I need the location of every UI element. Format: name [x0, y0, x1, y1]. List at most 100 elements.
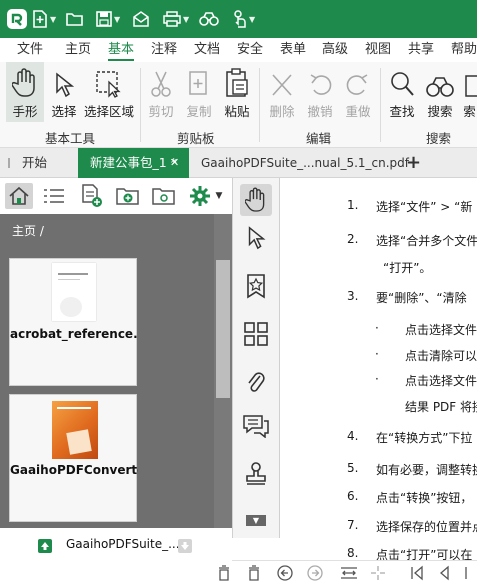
hand-icon[interactable] [240, 184, 272, 216]
delete-button[interactable]: 删除 [266, 62, 298, 122]
menu-tab-security[interactable]: 安全 [237, 38, 263, 62]
file-thumbnail[interactable]: GaaihoPDFConverter... [9, 394, 138, 522]
undo-button[interactable]: 撤销 [304, 62, 336, 122]
tab-grip [8, 158, 10, 168]
search-button[interactable]: 搜索 [424, 62, 456, 122]
undo-label: 撤销 [307, 104, 333, 119]
hand-icon [12, 62, 38, 98]
previous-view-icon[interactable] [276, 564, 294, 582]
folder-icon[interactable] [150, 183, 178, 209]
print-icon[interactable]: ▼ [163, 8, 189, 30]
step-text: “打开”。 [383, 261, 432, 275]
file-thumbnail[interactable]: acrobat_reference.pdf [9, 258, 138, 386]
fit-page-icon[interactable] [370, 564, 386, 582]
stamp-icon[interactable] [240, 458, 272, 490]
menu-tab-home[interactable]: 主页 [65, 38, 91, 62]
select-area-icon [95, 62, 123, 98]
add-tab-button[interactable]: + [406, 148, 426, 178]
comments-icon[interactable] [240, 410, 272, 442]
index-button[interactable]: 索 [462, 62, 477, 122]
step-text: 结果 PDF 将接 [405, 400, 477, 414]
group-separator [140, 68, 141, 142]
thumbnails-grid-icon[interactable] [240, 318, 272, 350]
bookmark-star-icon[interactable] [240, 270, 272, 302]
select-tool-button[interactable]: 选择 [48, 62, 80, 122]
tab-close-icon[interactable]: ✕ [170, 148, 179, 178]
recycle-bin-icon[interactable] [246, 564, 262, 582]
menu-tab-document[interactable]: 文档 [194, 38, 220, 62]
panel-toolbar: ▼ [0, 178, 232, 214]
open-folder-icon[interactable] [66, 8, 84, 30]
portfolio-panel: ▼ 主页 / acrobat_reference.pdf GaaihoPDFCo… [0, 178, 232, 583]
redo-button[interactable]: 重做 [342, 62, 374, 122]
group-label-basic-tools: 基本工具 [45, 131, 96, 146]
paste-button[interactable]: 粘贴 [222, 62, 252, 122]
home-icon[interactable] [5, 183, 33, 209]
tab-other-document[interactable]: GaaihoPDFSuite_...nual_5.1_cn.pdf [189, 148, 409, 178]
attachment-paperclip-icon[interactable] [240, 366, 272, 398]
tab-active-document[interactable]: 新建公事包_1 * ✕ [78, 148, 189, 178]
first-page-icon[interactable] [410, 564, 424, 582]
settings-dropdown-icon[interactable]: ▼ [210, 183, 228, 209]
touch-mode-icon[interactable]: ▼ [233, 8, 255, 30]
cursor-arrow-icon[interactable] [240, 222, 272, 254]
menu-tab-basic[interactable]: 基本 [108, 38, 135, 62]
step-text: 如有必要，调整转换 [376, 463, 477, 477]
delete-x-icon [270, 62, 294, 98]
app-logo-icon[interactable] [6, 8, 28, 30]
email-icon[interactable] [133, 8, 149, 30]
upload-icon[interactable] [38, 539, 52, 553]
cut-button[interactable]: 剪切 [146, 62, 176, 122]
next-page-icon[interactable] [464, 564, 476, 582]
menu-tab-comment[interactable]: 注释 [151, 38, 177, 62]
menu-tab-advanced[interactable]: 高级 [322, 38, 348, 62]
title-bar: ▼ ▼ ▼ ▼ [0, 0, 477, 38]
step-text: 选择“文件” > “新 [376, 200, 473, 214]
copy-icon [188, 62, 210, 98]
binoculars-icon[interactable] [199, 8, 219, 30]
index-icon [462, 62, 477, 98]
panel-scrollbar[interactable] [214, 214, 232, 528]
copy-button[interactable]: 复制 [184, 62, 214, 122]
document-viewer[interactable]: 1. 选择“文件” > “新 2. 选择“合并多个文件 “打开”。 3. 要“删除”、“清除… [281, 178, 477, 560]
list-view-icon[interactable] [40, 183, 68, 209]
add-file-icon[interactable] [78, 183, 106, 209]
pdf-cover-preview [52, 401, 98, 459]
step-number: · [375, 372, 379, 386]
tab-start[interactable]: 开始 [0, 148, 78, 178]
page-navigation-bar [219, 560, 477, 583]
step-text: 要“删除”、“清除 [376, 291, 467, 305]
download-icon[interactable] [178, 539, 192, 553]
group-label-clipboard: 剪贴板 [177, 131, 215, 146]
save-icon[interactable]: ▼ [96, 8, 120, 30]
add-folder-icon[interactable] [114, 183, 142, 209]
previous-page-icon[interactable] [438, 564, 450, 582]
select-area-button[interactable]: 选择区域 [82, 62, 136, 122]
undo-icon [308, 62, 332, 98]
menu-tab-form[interactable]: 表单 [280, 38, 306, 62]
menu-tab-share[interactable]: 共享 [408, 38, 434, 62]
clipboard-icon [225, 62, 249, 98]
step-number: · [375, 347, 379, 361]
step-text: 点击选择文件 [405, 374, 477, 388]
paste-label: 粘贴 [224, 104, 250, 119]
step-number: 7. [347, 518, 359, 532]
panel-footer: GaaihoPDFSuite_... [0, 528, 232, 583]
document-tab-bar: 开始 新建公事包_1 * ✕ GaaihoPDFSuite_...nual_5.… [0, 148, 477, 178]
scrollbar-thumb[interactable] [216, 260, 230, 398]
step-number: 4. [347, 429, 359, 443]
hand-tool-button[interactable]: 手形 [6, 62, 44, 122]
tab-active-label: 新建公事包_1 * [90, 155, 177, 170]
delete-label: 删除 [269, 104, 295, 119]
menu-tab-file[interactable]: 文件 [17, 38, 43, 62]
menu-tab-help[interactable]: 帮助 [451, 38, 477, 62]
step-text: 点击选择文件 [405, 323, 477, 337]
next-view-icon[interactable] [306, 564, 324, 582]
expand-down-icon[interactable]: ▼ [246, 515, 266, 526]
fit-width-icon[interactable] [340, 564, 358, 582]
menu-tab-view[interactable]: 视图 [365, 38, 391, 62]
group-separator [259, 68, 260, 142]
recycle-bin-icon[interactable] [216, 564, 232, 582]
find-button[interactable]: 查找 [386, 62, 418, 122]
new-document-icon[interactable]: ▼ [32, 8, 56, 30]
